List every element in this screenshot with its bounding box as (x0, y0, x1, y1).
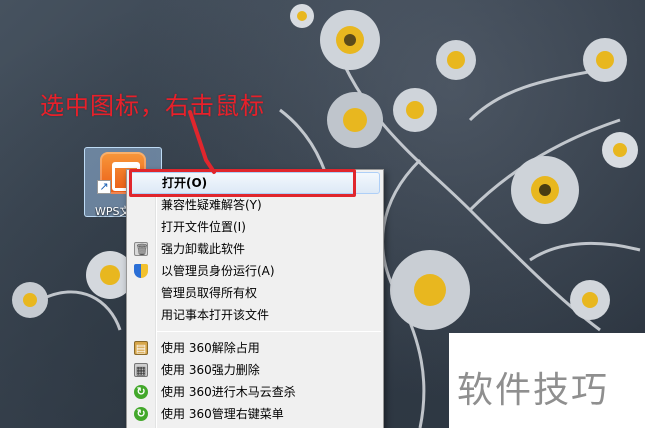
watermark-text: 软件技巧 (457, 370, 610, 411)
watermark: 软件技巧 (449, 333, 645, 428)
